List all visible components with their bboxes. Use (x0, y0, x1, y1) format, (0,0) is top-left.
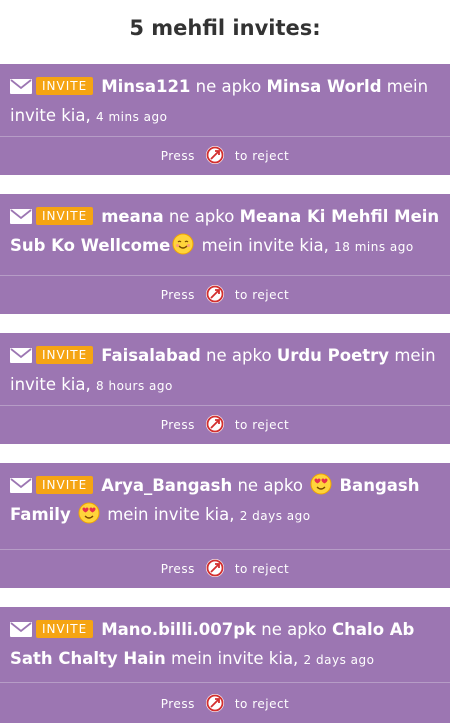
invite-badge: INVITE (36, 620, 94, 638)
reject-row: Press to reject (0, 406, 450, 444)
reject-suffix: to reject (234, 697, 290, 711)
inviter-username[interactable]: Faisalabad (101, 346, 201, 365)
invite-badge: INVITE (36, 346, 94, 364)
reject-button[interactable] (205, 145, 225, 165)
connector-text: ne apko (237, 476, 303, 495)
invite-card: INVITE meana ne apko Meana Ki Mehfil Mein… (0, 194, 450, 314)
reject-prefix: Press (160, 288, 195, 302)
invite-badge: INVITE (36, 207, 94, 225)
reject-row: Press to reject (0, 137, 450, 175)
inviter-username[interactable]: Arya_Bangash (101, 476, 232, 495)
invite-message: INVITE Mano.billi.007pk ne apko Chalo Ab … (0, 607, 450, 681)
envelope-icon (10, 209, 32, 224)
invite-time: 2 days ago (239, 509, 311, 523)
invite-message: INVITE Arya_Bangash ne apko Bangash Famil… (0, 463, 450, 537)
reject-prefix: Press (160, 697, 195, 711)
reject-row: Press to reject (0, 550, 450, 588)
reject-button[interactable] (205, 284, 225, 304)
reject-prefix: Press (160, 418, 195, 432)
invite-message: INVITE meana ne apko Meana Ki Mehfil Mein… (0, 194, 450, 268)
reject-suffix: to reject (234, 149, 290, 163)
connector-text: ne apko (261, 620, 327, 639)
envelope-icon (10, 622, 32, 637)
invite-suffix: mein invite kia, (201, 236, 329, 255)
invite-card: INVITE Arya_Bangash ne apko Bangash Famil… (0, 463, 450, 588)
divider (0, 682, 450, 683)
invite-time: 18 mins ago (334, 240, 414, 254)
reject-button[interactable] (205, 414, 225, 434)
envelope-icon (10, 79, 32, 94)
inviter-username[interactable]: Minsa121 (101, 77, 190, 96)
reject-prefix: Press (160, 562, 195, 576)
invite-card: INVITE Minsa121 ne apko Minsa World mein … (0, 64, 450, 175)
reject-button[interactable] (205, 558, 225, 578)
heart-eyes-face-icon (78, 502, 100, 524)
connector-text: ne apko (168, 207, 235, 226)
envelope-icon (10, 348, 32, 363)
invite-message: INVITE Minsa121 ne apko Minsa World mein … (0, 64, 450, 138)
connector-text: ne apko (206, 346, 272, 365)
invite-badge: INVITE (36, 77, 94, 95)
page-title: 5 mehfil invites: (129, 16, 321, 40)
heart-eyes-face-icon (310, 473, 332, 495)
reject-suffix: to reject (234, 288, 290, 302)
reject-row: Press to reject (0, 685, 450, 723)
invite-suffix: mein invite kia, (171, 649, 299, 668)
invite-suffix: mein invite kia, (107, 505, 235, 524)
inviter-username[interactable]: meana (101, 207, 163, 226)
reject-prefix: Press (160, 149, 195, 163)
invite-badge: INVITE (36, 476, 94, 494)
invite-time: 2 days ago (303, 653, 375, 667)
invite-message: INVITE Faisalabad ne apko Urdu Poetry mei… (0, 333, 450, 407)
invite-time: 8 hours ago (96, 379, 173, 393)
inviter-username[interactable]: Mano.billi.007pk (101, 620, 256, 639)
invite-card: INVITE Faisalabad ne apko Urdu Poetry mei… (0, 333, 450, 444)
reject-button[interactable] (205, 693, 225, 713)
smiling-face-icon (172, 233, 194, 255)
envelope-icon (10, 478, 32, 493)
reject-row: Press to reject (0, 276, 450, 314)
reject-suffix: to reject (234, 562, 290, 576)
reject-suffix: to reject (234, 418, 290, 432)
mehfil-name[interactable]: Minsa World (266, 77, 381, 96)
connector-text: ne apko (195, 77, 262, 96)
mehfil-name[interactable]: Urdu Poetry (277, 346, 389, 365)
invite-time: 4 mins ago (96, 110, 168, 124)
invites-page: 5 mehfil invites: INVITE Minsa121 ne apko… (0, 0, 450, 723)
invite-card: INVITE Mano.billi.007pk ne apko Chalo Ab … (0, 607, 450, 723)
